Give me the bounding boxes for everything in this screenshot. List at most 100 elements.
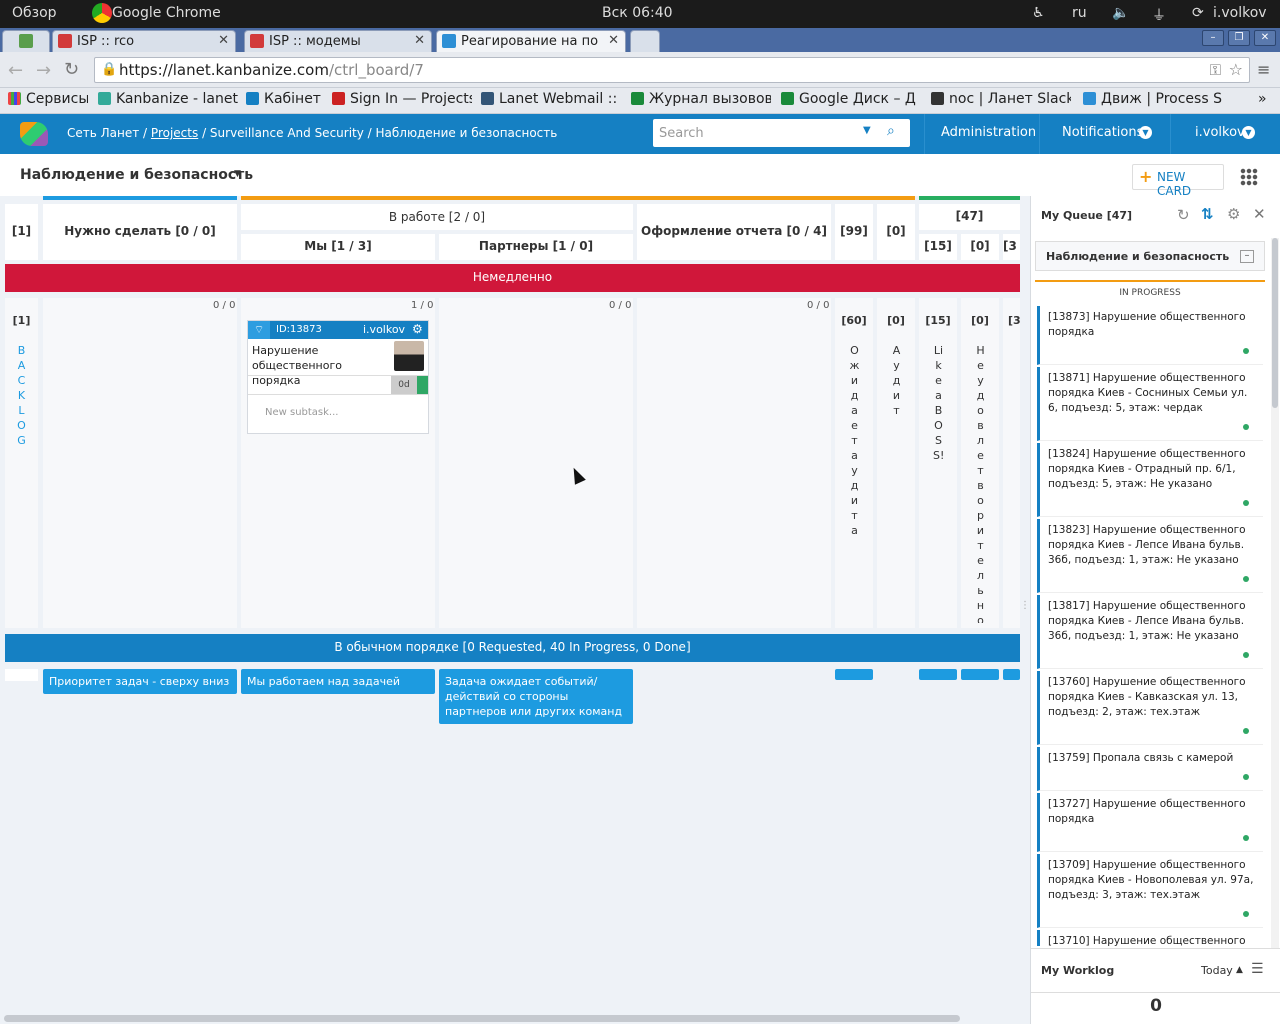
- resize-handle-icon[interactable]: ⋮: [1020, 600, 1030, 624]
- lane-report[interactable]: [637, 298, 831, 628]
- column-header-report[interactable]: Оформление отчета [0 / 4]: [637, 204, 831, 260]
- close-window-icon[interactable]: ✕: [1254, 30, 1276, 46]
- lane-note-working[interactable]: Мы работаем над задачей: [241, 669, 435, 694]
- lane-note[interactable]: [835, 669, 873, 680]
- collapsed-column-unsatisfactory[interactable]: Неудовлетворительно: [975, 343, 986, 623]
- search-icon[interactable]: ⌕: [887, 123, 895, 139]
- breadcrumb-projects-link[interactable]: Projects: [151, 126, 198, 140]
- collapsed-column-wait-audit[interactable]: Ожидает аудита: [849, 343, 860, 538]
- new-card-button[interactable]: + NEW CARD: [1132, 164, 1224, 198]
- administration-link[interactable]: Administration: [941, 125, 1036, 140]
- bookmark-kanbanize[interactable]: Kanbanize - lanet: [98, 91, 238, 107]
- volume-icon[interactable]: 🔈: [1112, 5, 1129, 21]
- lane-note-priority[interactable]: Приоритет задач - сверху вниз: [43, 669, 237, 694]
- key-icon[interactable]: ⚿: [1210, 61, 1221, 79]
- chevron-down-icon[interactable]: ▼: [234, 169, 241, 179]
- horizontal-scrollbar-thumb[interactable]: [4, 1015, 960, 1022]
- bookmark-slack[interactable]: noc | Ланет Slack: [931, 91, 1071, 107]
- url-input[interactable]: 🔒 https://lanet.kanbanize.com/ctrl_board…: [94, 57, 1250, 83]
- card-id[interactable]: ID:13873: [276, 324, 322, 335]
- collapsed-column-backlog[interactable]: BACKLOG: [16, 343, 27, 448]
- queue-item[interactable]: [13727] Нарушение общественного порядка: [1037, 793, 1263, 852]
- lane-todo[interactable]: [43, 298, 237, 628]
- maximize-icon[interactable]: ❐: [1228, 30, 1250, 46]
- queue-item[interactable]: [13871] Нарушение общественного порядка …: [1037, 367, 1263, 441]
- activities-button[interactable]: Обзор: [12, 5, 57, 21]
- refresh-icon[interactable]: ↻: [1177, 206, 1190, 224]
- new-subtask-input[interactable]: New subtask...: [265, 407, 338, 418]
- close-icon[interactable]: ✕: [218, 33, 229, 48]
- column-header-inwork[interactable]: В работе [2 / 0]: [241, 204, 633, 230]
- queue-item[interactable]: [13709] Нарушение общественного порядка …: [1037, 854, 1263, 928]
- tab-active[interactable]: Реагирование на по ✕: [436, 30, 626, 52]
- close-icon[interactable]: ✕: [1253, 205, 1266, 223]
- lane-note[interactable]: [1003, 669, 1020, 680]
- column-header-3[interactable]: [3: [1003, 234, 1020, 260]
- user-menu[interactable]: i.volkov: [1195, 125, 1245, 140]
- notifications-link[interactable]: Notifications: [1062, 125, 1143, 140]
- collapse-icon[interactable]: –: [1240, 250, 1254, 263]
- bookmark-google-drive[interactable]: Google Диск – Д: [781, 91, 921, 107]
- queue-item[interactable]: [13760] Нарушение общественного порядка …: [1037, 671, 1263, 745]
- tab-pinned[interactable]: [2, 30, 50, 52]
- new-tab-button[interactable]: [630, 30, 660, 52]
- bookmark-services[interactable]: Сервисы: [8, 91, 88, 107]
- breadcrumb-root[interactable]: Сеть Ланет /: [67, 126, 147, 140]
- tab-isp-rco[interactable]: ISP :: rco ✕: [52, 30, 236, 52]
- column-header-we[interactable]: Мы [1 / 3]: [241, 234, 435, 260]
- column-header-todo[interactable]: Нужно сделать [0 / 0]: [43, 204, 237, 260]
- column-header-47[interactable]: [47]: [919, 204, 1020, 230]
- bookmark-webmail[interactable]: Lanet Webmail ::: [481, 91, 621, 107]
- tab-isp-modems[interactable]: ISP :: модемы ✕: [244, 30, 432, 52]
- bookmark-process[interactable]: Движ | Process S: [1083, 91, 1223, 107]
- forward-icon[interactable]: →: [36, 60, 51, 81]
- worklog-period-select[interactable]: Today: [1201, 964, 1233, 977]
- chevron-down-icon[interactable]: ▼: [1139, 126, 1152, 139]
- column-header-partners[interactable]: Партнеры [1 / 0]: [439, 234, 633, 260]
- bookmark-call-log[interactable]: Журнал вызовов: [631, 91, 771, 107]
- close-icon[interactable]: ✕: [414, 33, 425, 48]
- queue-item[interactable]: [13759] Пропала связь с камерой: [1037, 747, 1263, 791]
- star-icon[interactable]: ☆: [1229, 60, 1243, 79]
- minimize-icon[interactable]: –: [1202, 30, 1224, 46]
- column-header-backlog[interactable]: [1]: [5, 204, 38, 260]
- back-icon[interactable]: ←: [8, 60, 23, 81]
- lane-note[interactable]: [919, 669, 957, 680]
- collapsed-column-audit[interactable]: Аудит: [891, 343, 902, 418]
- lane-partners[interactable]: [439, 298, 633, 628]
- column-header-0[interactable]: [0]: [877, 204, 915, 260]
- lane-note-waiting[interactable]: Задача ожидает событий/ действий со стор…: [439, 669, 633, 724]
- list-icon[interactable]: ☰: [1251, 961, 1264, 977]
- chevron-down-icon[interactable]: ▼: [863, 125, 871, 136]
- column-header-15[interactable]: [15]: [919, 234, 957, 260]
- close-icon[interactable]: ✕: [608, 33, 619, 48]
- language-indicator[interactable]: ru: [1072, 5, 1087, 21]
- card-owner[interactable]: i.volkov: [363, 323, 405, 336]
- queue-item[interactable]: [13873] Нарушение общественного порядка: [1037, 306, 1263, 365]
- bookmark-cabinet[interactable]: Кабінет: [246, 91, 322, 107]
- app-name[interactable]: Google Chrome: [112, 5, 221, 21]
- queue-item[interactable]: [13823] Нарушение общественного порядка …: [1037, 519, 1263, 593]
- network-icon[interactable]: ⏚: [1152, 5, 1166, 25]
- grid-menu-icon[interactable]: [1240, 168, 1258, 186]
- gear-icon[interactable]: ⚙: [1227, 205, 1240, 223]
- column-header-99[interactable]: [99]: [835, 204, 873, 260]
- bookmark-projects[interactable]: Sign In — Projects: [332, 91, 472, 107]
- caret-up-icon[interactable]: ▲: [1236, 965, 1243, 975]
- os-user[interactable]: i.volkov: [1213, 5, 1267, 21]
- lane-last[interactable]: [1003, 298, 1020, 628]
- reload-icon[interactable]: ↻: [64, 59, 79, 80]
- queue-item[interactable]: [13824] Нарушение общественного порядка …: [1037, 443, 1263, 517]
- search-input[interactable]: Search ▼ ⌕: [653, 119, 910, 147]
- queue-board-group[interactable]: Наблюдение и безопасность –: [1035, 241, 1265, 271]
- sort-icon[interactable]: ⇅: [1201, 205, 1214, 223]
- clock[interactable]: Вск 06:40: [602, 5, 673, 21]
- accessibility-icon[interactable]: ♿: [1032, 5, 1045, 21]
- chevron-down-icon[interactable]: ▼: [1242, 126, 1255, 139]
- gear-icon[interactable]: ⚙: [412, 322, 423, 336]
- task-card[interactable]: ⌔ ID:13873 i.volkov ⚙ Нарушение обществе…: [247, 320, 429, 434]
- lane-note[interactable]: [961, 669, 999, 680]
- queue-item[interactable]: [13817] Нарушение общественного порядка …: [1037, 595, 1263, 669]
- swimlane-normal[interactable]: В обычном порядке [0 Requested, 40 In Pr…: [5, 634, 1020, 662]
- more-bookmarks-icon[interactable]: »: [1258, 91, 1267, 107]
